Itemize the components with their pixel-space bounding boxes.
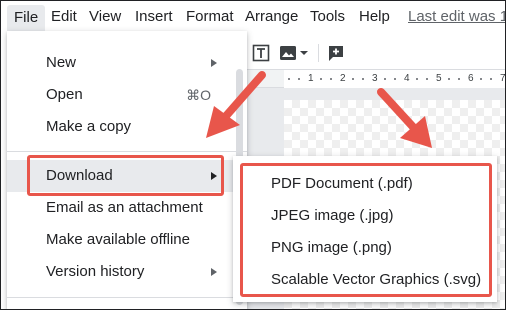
ruler-tick: 3 bbox=[372, 73, 378, 84]
download-png-item[interactable]: PNG image (.png) bbox=[233, 232, 497, 264]
menu-divider bbox=[7, 297, 247, 298]
download-submenu: PDF Document (.pdf) JPEG image (.jpg) PN… bbox=[233, 156, 497, 302]
menu-item-label: Open bbox=[46, 86, 83, 103]
text-box-icon[interactable] bbox=[250, 42, 272, 64]
menu-format[interactable]: Format bbox=[186, 6, 234, 28]
toolbar-divider bbox=[318, 44, 319, 62]
menu-item-version-history[interactable]: Version history bbox=[7, 256, 247, 288]
menu-file[interactable]: File bbox=[7, 5, 45, 31]
menu-item-download[interactable]: Download bbox=[7, 160, 247, 192]
menu-bar: File Edit View Insert Format Arrange Too… bbox=[0, 0, 506, 34]
ruler-tick: 6 bbox=[468, 73, 474, 84]
menu-item-open[interactable]: Open ⌘O bbox=[7, 79, 247, 111]
menu-item-label: Version history bbox=[46, 263, 145, 280]
ruler-tick: 4 bbox=[404, 73, 410, 84]
download-jpeg-item[interactable]: JPEG image (.jpg) bbox=[233, 200, 497, 232]
submenu-arrow-icon bbox=[211, 268, 217, 276]
download-svg-item[interactable]: Scalable Vector Graphics (.svg) bbox=[233, 264, 497, 296]
menu-item-label: Make available offline bbox=[46, 231, 190, 248]
menu-arrange[interactable]: Arrange bbox=[245, 6, 298, 28]
menu-item-email-attachment[interactable]: Email as an attachment bbox=[7, 192, 247, 224]
ruler-tick: 1 bbox=[308, 73, 314, 84]
horizontal-ruler: 1 2 3 4 5 6 7 bbox=[240, 70, 506, 88]
menu-view[interactable]: View bbox=[89, 6, 121, 28]
menu-item-make-available-offline[interactable]: Make available offline bbox=[7, 224, 247, 256]
image-icon[interactable] bbox=[278, 42, 298, 64]
menu-item-label: Make a copy bbox=[46, 118, 132, 135]
shortcut-label: ⌘O bbox=[186, 87, 211, 103]
download-pdf-item[interactable]: PDF Document (.pdf) bbox=[233, 168, 497, 200]
last-edit-link[interactable]: Last edit was 1 bbox=[408, 6, 506, 28]
submenu-arrow-icon bbox=[211, 59, 217, 67]
menu-help[interactable]: Help bbox=[359, 6, 390, 28]
ruler-tick: 5 bbox=[436, 73, 442, 84]
menu-item-label: Email as an attachment bbox=[46, 199, 203, 216]
ruler-tick: 7 bbox=[500, 73, 506, 84]
file-menu: New Open ⌘O Make a copy Download Email a… bbox=[7, 31, 247, 310]
ruler-tick: 2 bbox=[340, 73, 346, 84]
menu-tools[interactable]: Tools bbox=[310, 6, 345, 28]
menu-item-label: New bbox=[46, 54, 77, 71]
chevron-down-icon[interactable] bbox=[299, 42, 309, 64]
menu-item-label: Download bbox=[46, 167, 113, 184]
submenu-arrow-icon bbox=[211, 172, 217, 180]
menu-item-make-a-copy[interactable]: Make a copy bbox=[7, 111, 247, 143]
menu-edit[interactable]: Edit bbox=[51, 6, 77, 28]
add-comment-icon[interactable] bbox=[326, 42, 346, 64]
menu-insert[interactable]: Insert bbox=[135, 6, 173, 28]
menu-divider bbox=[7, 151, 247, 152]
toolbar bbox=[240, 34, 506, 70]
menu-item-new[interactable]: New bbox=[7, 47, 247, 79]
